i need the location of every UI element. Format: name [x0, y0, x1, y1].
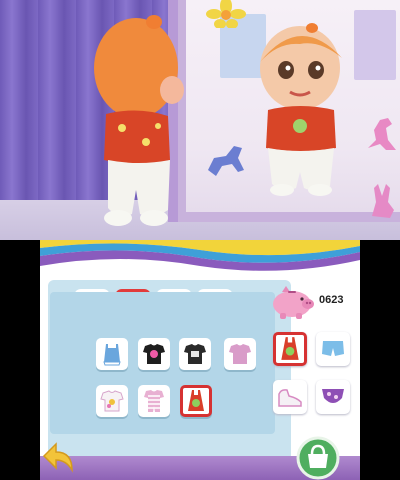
pink-tshirt-icon — [229, 344, 251, 364]
game-screen: 0623 — [0, 0, 400, 480]
outfit-slot-top[interactable] — [273, 332, 307, 366]
item-black-skull-shirt[interactable] — [138, 338, 170, 370]
item-blue-lace-top[interactable] — [96, 338, 128, 370]
confirm-button[interactable] — [296, 436, 340, 480]
money-counter: 0623 — [319, 294, 344, 306]
item-striped-onesie[interactable] — [138, 385, 170, 417]
dressing-room-scene — [0, 0, 400, 240]
tshirt-icon — [184, 344, 206, 364]
blue-lace-top-icon — [103, 344, 121, 366]
bag-confirm-icon — [296, 436, 340, 480]
black-skull-shirt-icon — [143, 344, 165, 364]
red-halter-top-icon — [281, 337, 299, 360]
outfit-slot-shoes[interactable] — [273, 380, 307, 414]
item-flower-shirt[interactable] — [96, 385, 128, 417]
item-tshirt[interactable] — [179, 338, 211, 370]
red-halter-top-icon — [188, 390, 204, 411]
blue-dog-toy — [208, 146, 244, 176]
pink-shoes-icon — [278, 389, 302, 407]
pink-bird-toy — [368, 118, 396, 150]
store-shelf — [354, 10, 396, 80]
baby-character — [94, 15, 184, 226]
outfit-slot-diaper[interactable] — [316, 380, 350, 414]
back-arrow-icon — [42, 442, 73, 473]
outfit-slot-bottom[interactable] — [316, 332, 350, 366]
item-red-halter-top[interactable] — [180, 385, 212, 417]
pink-rabbit-toy — [372, 184, 394, 218]
flower-shirt-icon — [100, 390, 124, 412]
purple-diaper-icon — [322, 389, 344, 403]
blue-shorts-icon — [322, 341, 344, 356]
striped-onesie-icon — [144, 390, 164, 412]
item-pink-tshirt[interactable] — [224, 338, 256, 370]
flower-decoration — [206, 0, 246, 28]
baby-reflection — [260, 23, 342, 196]
decorative-wave — [40, 240, 360, 280]
back-button[interactable] — [42, 440, 82, 476]
piggy-bank-icon — [273, 286, 314, 319]
dress-up-menu: 0623 — [40, 240, 360, 480]
